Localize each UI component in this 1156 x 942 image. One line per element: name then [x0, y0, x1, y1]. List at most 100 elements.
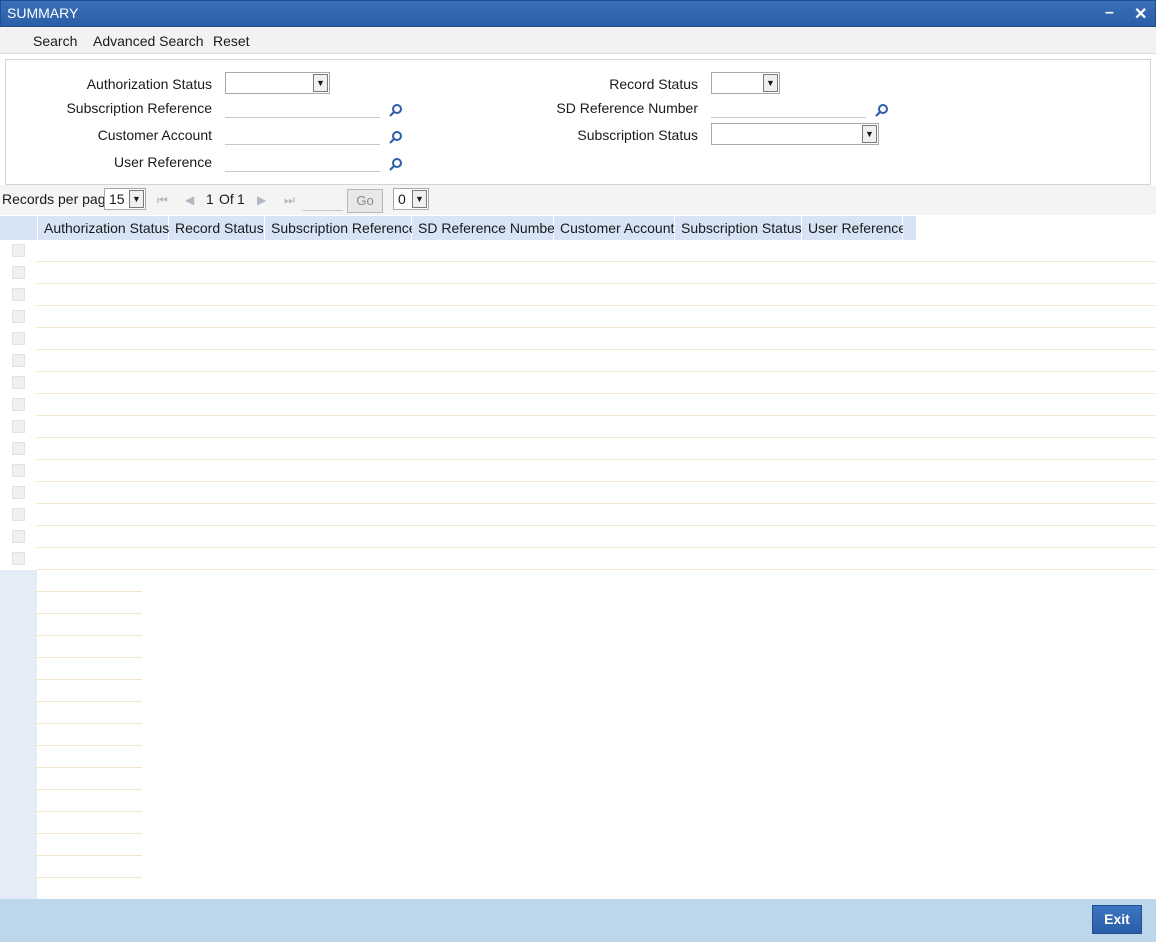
select-all-header[interactable] — [0, 216, 38, 240]
record-status-label: Record Status — [609, 76, 698, 92]
window-title: SUMMARY — [7, 5, 79, 21]
records-per-page-label: Records per page — [2, 191, 114, 207]
grid-divider — [37, 657, 142, 658]
page-number-input[interactable] — [303, 191, 343, 211]
table-row — [37, 569, 1156, 570]
subscription-reference-label: Subscription Reference — [66, 100, 212, 116]
row-checkbox[interactable] — [12, 288, 25, 301]
column-subscription-status[interactable]: Subscription Status — [675, 216, 802, 240]
grid-divider — [37, 745, 142, 746]
filter-panel: Authorization Status ▼ Subscription Refe… — [5, 59, 1151, 185]
subscription-status-select[interactable]: ▼ — [711, 123, 879, 145]
column-sd-reference-number[interactable]: SD Reference Number — [412, 216, 560, 240]
grid-divider — [37, 811, 142, 812]
column-record-status[interactable]: Record Status — [169, 216, 265, 240]
customer-account-label: Customer Account — [97, 127, 212, 143]
row-checkbox[interactable] — [12, 398, 25, 411]
record-status-select[interactable]: ▼ — [711, 72, 780, 94]
subscription-status-label: Subscription Status — [577, 127, 698, 143]
grid-divider — [37, 701, 142, 702]
grid-divider — [37, 833, 142, 834]
user-reference-label: User Reference — [113, 154, 212, 170]
column-subscription-reference[interactable]: Subscription Reference — [265, 216, 417, 240]
table-row — [37, 327, 1156, 328]
magnifier-icon[interactable] — [389, 130, 403, 144]
row-checkbox[interactable] — [12, 244, 25, 257]
advanced-search-button[interactable]: Advanced Search — [93, 33, 204, 49]
grid-header: Authorization Status Record Status Subsc… — [0, 216, 1156, 240]
sd-reference-number-input[interactable] — [711, 98, 866, 118]
last-page-icon[interactable]: ⏭ — [284, 193, 295, 208]
current-page: 1 — [206, 191, 214, 207]
row-checkbox[interactable] — [12, 530, 25, 543]
row-checkbox[interactable] — [12, 486, 25, 499]
table-row — [37, 437, 1156, 438]
table-row — [37, 547, 1156, 548]
pager-bar: Records per page 15 ▼ ⏮ ◀ 1 Of 1 ▶ ⏭ Go … — [0, 185, 1156, 215]
prev-page-icon[interactable]: ◀ — [185, 193, 194, 207]
row-checkbox[interactable] — [12, 442, 25, 455]
search-button[interactable]: Search — [33, 33, 77, 49]
chevron-down-icon: ▼ — [862, 125, 877, 143]
close-icon[interactable]: ✕ — [1134, 4, 1147, 24]
chevron-down-icon: ▼ — [129, 190, 144, 208]
table-row — [37, 481, 1156, 482]
row-checkbox[interactable] — [12, 266, 25, 279]
grid-divider — [37, 767, 142, 768]
records-per-page-select[interactable]: 15 ▼ — [104, 188, 146, 210]
first-page-icon[interactable]: ⏮ — [157, 193, 168, 208]
grid-divider — [37, 723, 142, 724]
authorization-status-select[interactable]: ▼ — [225, 72, 330, 94]
footer-bar: Exit — [0, 899, 1156, 942]
grid-divider — [37, 613, 142, 614]
total-pages: 1 — [237, 191, 245, 207]
table-row — [37, 349, 1156, 350]
next-page-icon[interactable]: ▶ — [257, 193, 266, 207]
page-jump-value: 0 — [398, 191, 406, 207]
table-row — [37, 393, 1156, 394]
column-customer-account[interactable]: Customer Account — [554, 216, 675, 240]
grid-divider — [37, 877, 142, 878]
subscription-reference-input[interactable] — [225, 98, 380, 118]
go-button[interactable]: Go — [347, 189, 383, 213]
row-checkbox[interactable] — [12, 464, 25, 477]
row-checkbox[interactable] — [12, 508, 25, 521]
customer-account-input[interactable] — [225, 125, 380, 145]
authorization-status-label: Authorization Status — [86, 76, 212, 92]
row-checkbox[interactable] — [12, 376, 25, 389]
row-checkbox[interactable] — [12, 552, 25, 565]
row-checkbox[interactable] — [12, 420, 25, 433]
grid-divider — [37, 591, 142, 592]
records-per-page-value: 15 — [109, 191, 125, 207]
row-checkbox[interactable] — [12, 310, 25, 323]
exit-button[interactable]: Exit — [1092, 905, 1142, 934]
user-reference-input[interactable] — [225, 152, 380, 172]
table-row — [37, 283, 1156, 284]
toolbar: Search Advanced Search Reset — [0, 27, 1156, 54]
table-row — [37, 261, 1156, 262]
grid-divider — [37, 789, 142, 790]
column-filler — [903, 216, 917, 240]
minimize-icon[interactable]: – — [1105, 4, 1114, 22]
table-row — [37, 415, 1156, 416]
sd-reference-number-label: SD Reference Number — [556, 100, 698, 116]
of-label: Of — [219, 191, 234, 207]
row-selector-column — [0, 570, 37, 899]
table-row — [37, 525, 1156, 526]
table-row — [37, 305, 1156, 306]
magnifier-icon[interactable] — [389, 103, 403, 117]
chevron-down-icon: ▼ — [412, 190, 427, 208]
row-checkbox[interactable] — [12, 354, 25, 367]
column-authorization-status[interactable]: Authorization Status — [38, 216, 169, 240]
reset-button[interactable]: Reset — [213, 33, 250, 49]
chevron-down-icon: ▼ — [313, 74, 328, 92]
table-row — [37, 503, 1156, 504]
chevron-down-icon: ▼ — [763, 74, 778, 92]
column-user-reference[interactable]: User Reference — [802, 216, 906, 240]
row-checkbox[interactable] — [12, 332, 25, 345]
page-jump-select[interactable]: 0 ▼ — [393, 188, 429, 210]
grid-divider — [37, 679, 142, 680]
grid-divider — [37, 855, 142, 856]
magnifier-icon[interactable] — [875, 103, 889, 117]
magnifier-icon[interactable] — [389, 157, 403, 171]
